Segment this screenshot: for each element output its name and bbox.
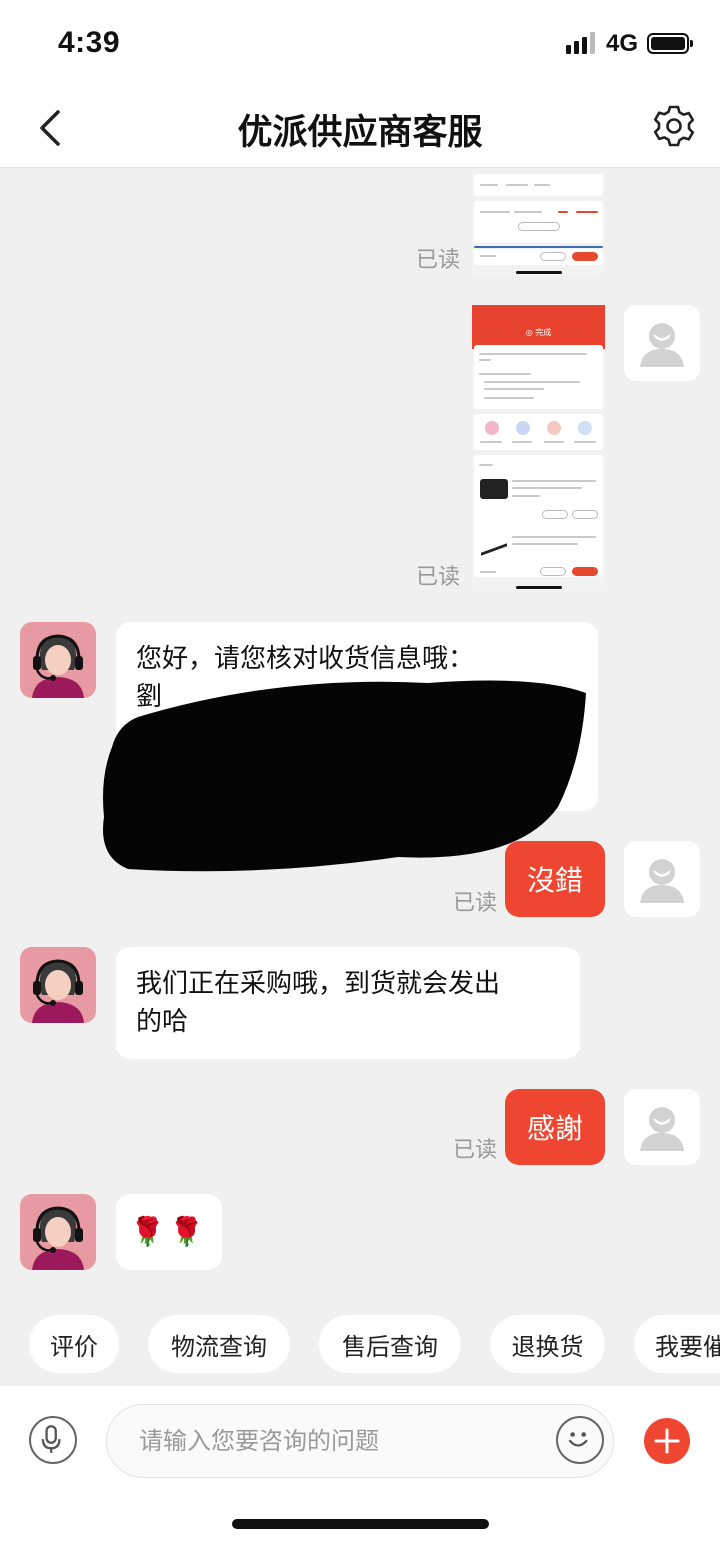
microphone-button[interactable] [29,1416,77,1464]
user-message-2: 感謝 [505,1089,605,1165]
agent-headset-icon [32,959,84,1023]
read-status: 已读 [453,1138,498,1163]
user-avatar [624,1089,700,1165]
nav-bar: 优派供应商客服 [0,88,720,168]
agent-avatar [20,1194,96,1270]
more-button[interactable] [644,1418,690,1464]
input-bar [0,1386,720,1559]
user-avatar-icon [640,859,684,903]
gear-icon[interactable] [650,102,698,150]
user-avatar-icon [640,1107,684,1151]
image-message-order-1[interactable] [472,169,605,276]
agent-headset-icon [32,634,84,698]
user-avatar-icon [640,323,684,367]
emoji-button[interactable] [556,1416,604,1464]
agent-avatar [20,622,96,698]
network-label: 4G [606,30,639,57]
read-status: 已读 [416,565,461,590]
read-status: 已读 [453,891,498,916]
chip-review[interactable]: 评价 [29,1315,119,1373]
message-line: 的哈 [136,1007,189,1037]
user-message-1: 沒錯 [505,841,605,917]
quick-reply-bar[interactable]: 评价 物流查询 售后查询 退换货 我要催 [0,1304,720,1386]
chip-after-sales[interactable]: 售后查询 [319,1315,461,1373]
message-line: 我们正在采购哦，到货就会发出 [136,969,501,999]
battery-icon [647,33,693,54]
message-input[interactable] [106,1404,614,1478]
agent-avatar [20,947,96,1023]
home-indicator [232,1519,489,1529]
read-status: 已读 [416,248,461,273]
signal-icon [566,32,596,54]
agent-headset-icon [32,1206,84,1270]
image-message-order-2[interactable]: ◎ 完成 [472,305,605,591]
smiley-icon [568,1432,588,1447]
user-avatar [624,841,700,917]
agent-message-3: 🌹🌹 [116,1194,222,1270]
agent-message-2: 我们正在采购哦，到货就会发出 的哈 [116,947,580,1059]
microphone-icon [41,1425,61,1453]
thumb-order-status: ◎ 完成 [525,328,552,337]
chat-area[interactable]: 已读 已读 ◎ 完成 您好，请您核对收货信息哦： 劉 已读 沒錯 我们正在采购哦… [0,169,720,1304]
status-time: 4:39 [58,26,121,59]
chip-urge[interactable]: 我要催 [634,1315,720,1373]
status-bar: 4:39 4G [0,0,720,88]
plus-icon [654,1428,680,1454]
chip-logistics[interactable]: 物流查询 [148,1315,290,1373]
chip-return-exchange[interactable]: 退换货 [490,1315,605,1373]
user-avatar [624,305,700,381]
page-title: 优派供应商客服 [237,113,483,153]
